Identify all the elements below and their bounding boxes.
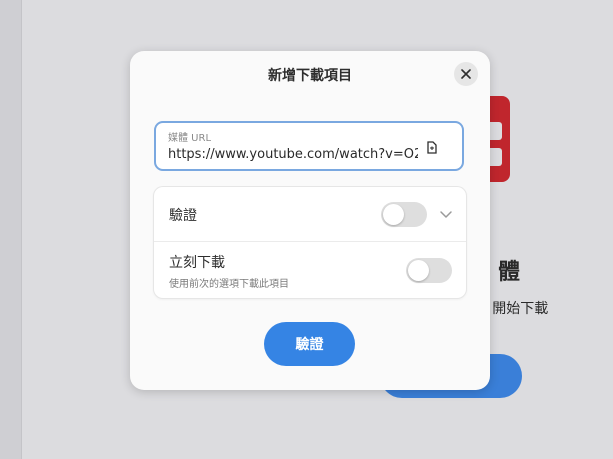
toggle-knob [383, 204, 404, 225]
download-now-toggle[interactable] [406, 258, 452, 283]
background-sidebar [0, 0, 22, 459]
close-button[interactable] [454, 62, 478, 86]
download-now-subtitle: 使用前次的選項下載此項目 [169, 279, 289, 290]
verify-option-label: 驗證 [169, 208, 197, 224]
toggle-knob [408, 260, 429, 281]
verify-button[interactable]: 驗證 [264, 322, 355, 366]
dialog-title: 新增下載項目 [268, 68, 352, 84]
options-list: 驗證 立刻下載 使用前次的選項下載此項目 [154, 187, 466, 298]
chevron-down-icon[interactable] [439, 207, 453, 221]
download-now-label: 立刻下載 [169, 255, 225, 271]
close-icon [461, 69, 471, 79]
download-now-option-row[interactable]: 立刻下載 使用前次的選項下載此項目 [154, 242, 466, 298]
paste-button[interactable] [424, 139, 440, 155]
verify-toggle[interactable] [381, 202, 427, 227]
media-url-field[interactable]: 媒體 URL [154, 121, 464, 171]
media-url-input[interactable] [168, 147, 418, 162]
media-url-label: 媒體 URL [168, 133, 212, 144]
add-download-dialog: 新增下載項目 媒體 URL 驗證 立刻下載 使用前次的選項下載此項目 [130, 51, 490, 390]
paste-icon [427, 140, 437, 154]
verify-option-row[interactable]: 驗證 [154, 187, 466, 242]
